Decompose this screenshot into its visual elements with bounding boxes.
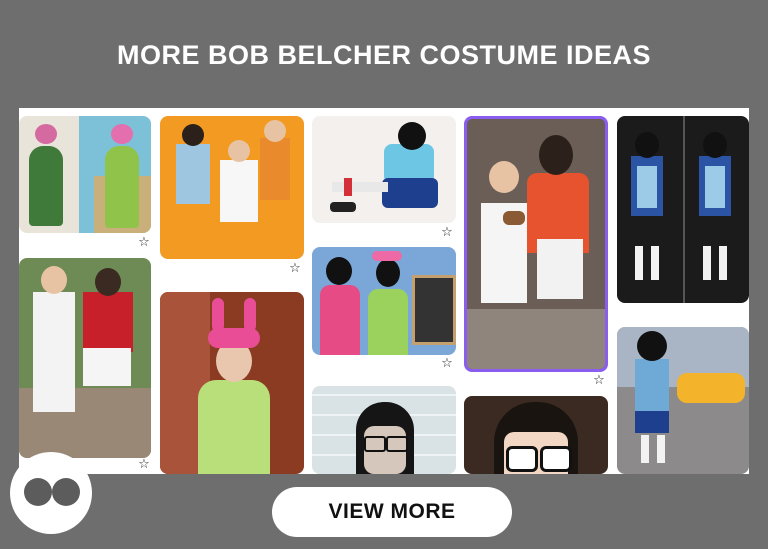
pin-tina-glasses-closeup[interactable] xyxy=(312,386,456,474)
pin-bob-linda-featured[interactable] xyxy=(464,116,608,372)
pin-louise-gene-burger-board[interactable] xyxy=(312,247,456,355)
two-eyes-logo xyxy=(10,452,92,534)
pin-tina-night-duo[interactable] xyxy=(617,116,749,303)
pin-family-orange-backdrop[interactable] xyxy=(160,116,304,259)
pin-tina-sitting[interactable] xyxy=(312,116,456,223)
logo-right-eye xyxy=(52,478,80,506)
pin-tina-green-dress-cartoon[interactable] xyxy=(19,116,151,233)
star-icon[interactable]: ☆ xyxy=(137,458,151,472)
pin-louise-green-pink-ears[interactable] xyxy=(160,292,304,474)
star-icon[interactable]: ☆ xyxy=(288,262,302,276)
pin-tina-cartoon-face[interactable] xyxy=(464,396,608,474)
star-icon[interactable]: ☆ xyxy=(440,357,454,371)
view-more-button[interactable]: VIEW MORE xyxy=(272,487,512,537)
star-icon[interactable]: ☆ xyxy=(592,374,606,388)
page-title: MORE BOB BELCHER COSTUME IDEAS xyxy=(116,40,652,70)
star-icon[interactable]: ☆ xyxy=(137,236,151,250)
pin-tina-yellow-taxi[interactable] xyxy=(617,327,749,474)
star-icon[interactable]: ☆ xyxy=(440,226,454,240)
pin-gallery: ☆ ☆ ☆ ☆ ☆ ☆ xyxy=(19,108,749,474)
pin-bob-linda-couple[interactable] xyxy=(19,258,151,458)
logo-left-eye xyxy=(24,478,52,506)
